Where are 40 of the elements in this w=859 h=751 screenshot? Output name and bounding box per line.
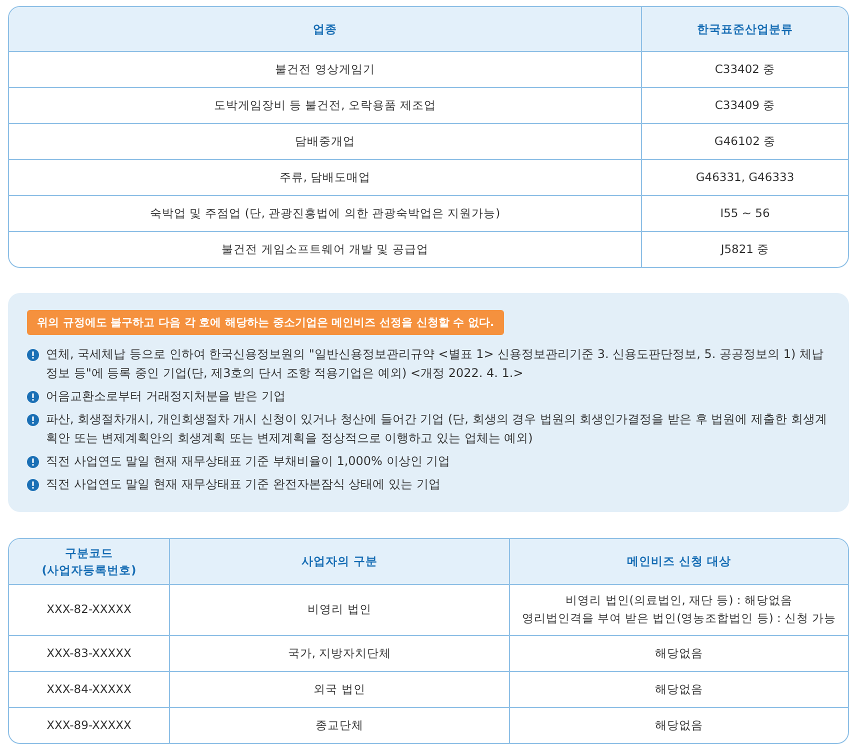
column-header: 사업자의 구분 xyxy=(169,539,509,585)
table-cell: 숙박업 및 주점업 (단, 관광진흥법에 의한 관광숙박업은 지원가능) xyxy=(9,196,641,232)
notice-item: 직전 사업연도 말일 현재 재무상태표 기준 부채비율이 1,000% 이상인 기업 xyxy=(46,453,452,470)
table-cell-text: XXX-89-XXXXX xyxy=(46,716,132,734)
table-cell: G46331, G46333 xyxy=(641,160,848,196)
table-cell: 해당없음 xyxy=(509,708,848,743)
table-cell: 해당없음 xyxy=(509,636,848,672)
column-header: 메인비즈 신청 대상 xyxy=(509,539,848,585)
table-cell: 종교단체 xyxy=(169,708,509,743)
table-cell: XXX-82-XXXXX xyxy=(9,585,169,636)
notice-item: 파산, 회생절차개시, 개인회생절차 개시 신청이 있거나 청산에 들어간 기업 (단, 회생의 경우 법원의 회생인가결정을 받은 후 법원에 제출한 회생계획안 또는 변제계획안의 회생계획 또는 변제계획을 정상적으로 이행하고 있는 업체는 예외) xyxy=(46,411,828,447)
table-cell: 도박게임장비 등 불건전, 오락용품 제조업 xyxy=(9,88,641,124)
table-cell: J5821 중 xyxy=(641,232,848,267)
table-cell: 주류, 담배도매업 xyxy=(9,160,641,196)
table-cell: C33402 중 xyxy=(641,52,848,88)
column-header: 업종 xyxy=(9,7,641,52)
table-cell: G46102 중 xyxy=(641,124,848,160)
table-cell: I55 ~ 56 xyxy=(641,196,848,232)
table-cell: XXX-83-XXXXX xyxy=(9,636,169,672)
table-cell: C33409 중 xyxy=(641,88,848,124)
table-cell: 담배중개업 xyxy=(9,124,641,160)
notice-item: 직전 사업연도 말일 현재 재무상태표 기준 완전자본잠식 상태에 있는 기업 xyxy=(46,476,442,493)
table-cell: 불건전 영상게임기 xyxy=(9,52,641,88)
table-cell: 비영리 법인(의료법인, 재단 등) : 해당없음 영리법인격을 부여 받은 법인(영농조합법인 등) : 신청 가능 xyxy=(509,585,848,636)
exclamation-icon xyxy=(27,414,39,426)
column-header: 구분코드 (사업자등록번호) xyxy=(9,539,169,585)
exclamation-icon xyxy=(27,479,39,491)
notice-item: 연체, 국세체납 등으로 인하여 한국신용정보원의 "일반신용정보관리규약 <별표 1> 신용정보관리기준 3. 신용도판단정보, 5. 공공정보의 1) 체납정보 등"에 등록 중인 기업(단, 제3호의 단서 조항 적용기업은 예외) <개정 2022. 4. 1.> xyxy=(46,346,825,382)
table-cell: 외국 법인 xyxy=(169,672,509,708)
column-header: 한국표준산업분류 xyxy=(641,7,848,52)
notice-item: 어음교환소로부터 거래정지처분을 받은 기업 xyxy=(46,388,286,405)
table-cell: 해당없음 xyxy=(509,672,848,708)
table-cell: XXX-84-XXXXX xyxy=(9,672,169,708)
notice-title: 위의 규정에도 불구하고 다음 각 호에 해당하는 중소기업은 메인비즈 선정을 신청할 수 없다. xyxy=(27,310,504,335)
table-cell: 국가, 지방자치단체 xyxy=(169,636,509,672)
exclamation-icon xyxy=(27,456,39,468)
table-cell-text: 불건전 게임소프트웨어 개발 및 공급업 xyxy=(220,240,430,258)
table-cell: 비영리 법인 xyxy=(169,585,509,636)
exclamation-icon xyxy=(27,349,39,361)
exclamation-icon xyxy=(27,391,39,403)
